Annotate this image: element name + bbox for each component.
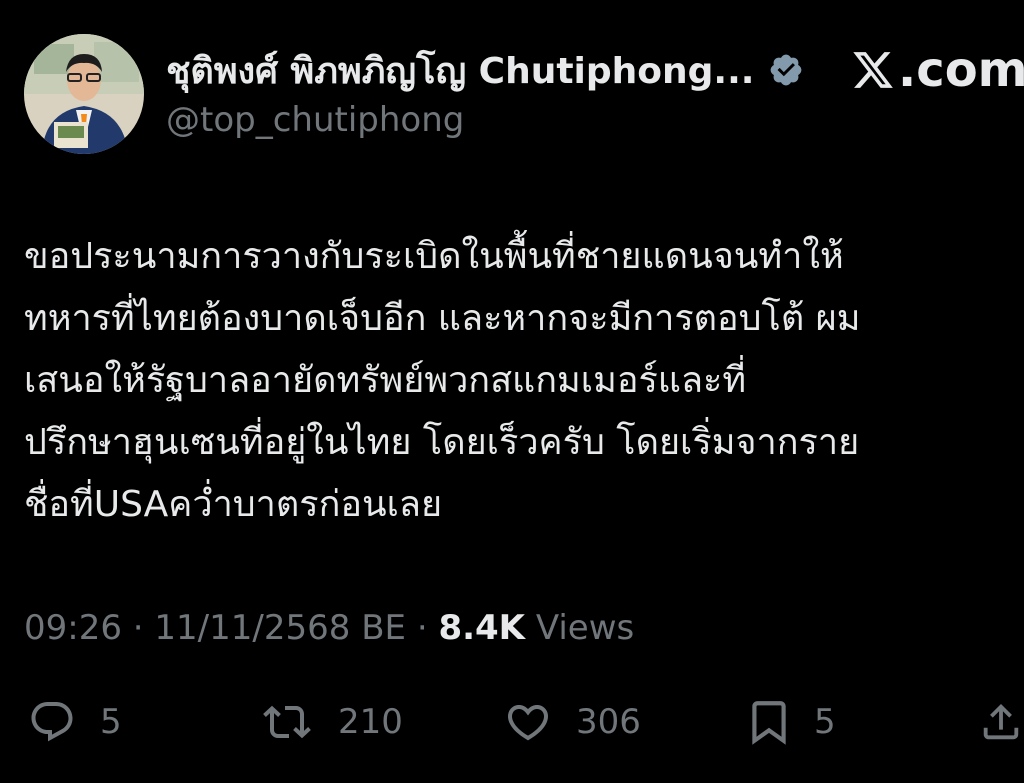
meta-separator: · [406, 608, 439, 648]
site-label: .com [898, 42, 1024, 98]
like-count: 306 [576, 702, 641, 742]
user-handle[interactable]: @top_chutiphong [166, 98, 464, 142]
tweet-text: ขอประนามการวางกับระเบิดในพื้นที่ชายแดนจน… [24, 236, 861, 525]
share-button[interactable] [978, 692, 1024, 752]
like-button[interactable]: 306 [500, 692, 641, 752]
views-count: 8.4K [438, 608, 526, 648]
bookmark-icon [752, 701, 786, 745]
verified-badge-icon [770, 54, 802, 86]
x-logo-icon [853, 52, 893, 88]
repost-icon [263, 705, 311, 739]
avatar[interactable] [24, 34, 144, 154]
bookmark-button[interactable]: 5 [744, 692, 836, 752]
site-logo: .com [850, 40, 1024, 100]
reply-button[interactable]: 5 [24, 692, 122, 752]
bookmark-count: 5 [814, 702, 836, 742]
heart-icon [507, 705, 549, 741]
meta-separator: · [121, 608, 155, 648]
tweet-meta: 09:26 · 11/11/2568 BE · 8.4K Views [24, 604, 634, 652]
repost-count: 210 [338, 702, 403, 742]
views-label: Views [525, 608, 635, 648]
reply-count: 5 [100, 702, 122, 742]
tweet-date[interactable]: 11/11/2568 BE [154, 608, 406, 648]
share-icon [983, 703, 1019, 740]
avatar-image [24, 34, 144, 154]
display-name[interactable]: ชุติพงศ์ พิภพภิญโญ Chutiphong... [166, 48, 754, 96]
repost-button[interactable]: 210 [256, 692, 403, 752]
tweet-time[interactable]: 09:26 [24, 608, 122, 648]
reply-icon [31, 702, 73, 742]
action-bar: 5 210 306 5 [0, 692, 1024, 752]
